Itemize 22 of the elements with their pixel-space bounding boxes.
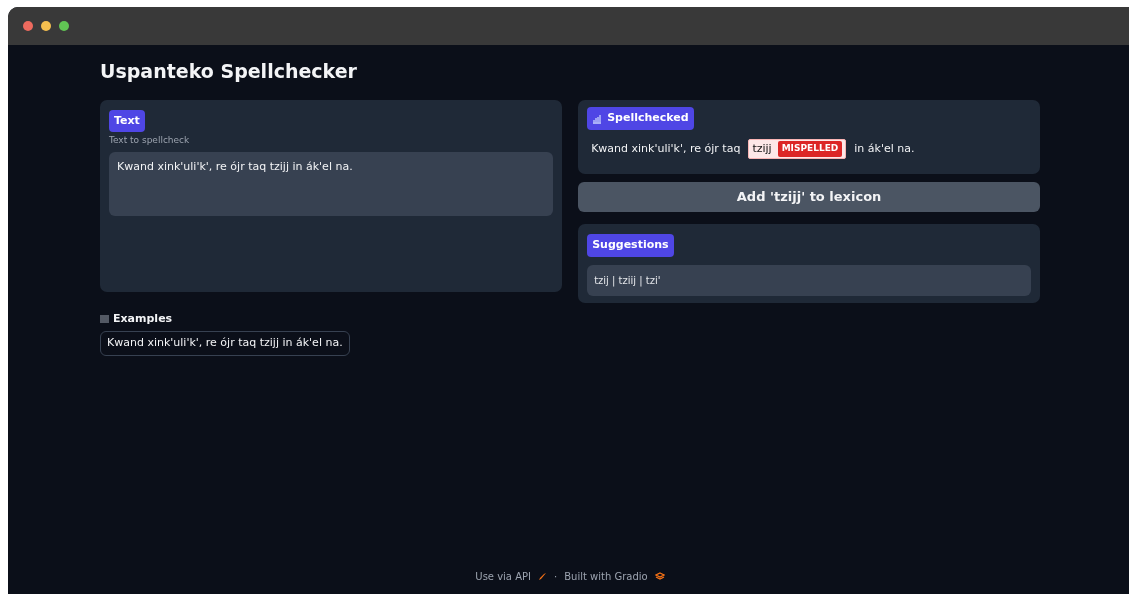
example-button[interactable]: Kwand xink'uli'k', re ójr taq tzijj in ák'el na.	[100, 331, 350, 356]
gradio-link[interactable]: Built with Gradio	[564, 569, 648, 584]
field-label: Suggestions	[587, 234, 674, 257]
logo-icon	[654, 572, 665, 581]
api-link[interactable]: Use via API	[475, 569, 531, 584]
suggestions-field: tzij | tziij | tzi'	[587, 264, 1031, 296]
page-title: Uspanteko Spellchecker	[100, 59, 358, 84]
chart-icon	[592, 113, 603, 124]
window-control[interactable]	[41, 21, 51, 31]
field-label: Text	[109, 109, 145, 132]
output-text: in ák'el na.	[854, 140, 915, 157]
error-tag: MISPELLED	[777, 141, 843, 157]
word-text: tzijj	[752, 140, 772, 157]
window-control[interactable]	[59, 21, 69, 31]
add-to-lexicon-button[interactable]: Add 'tzijj' to lexicon	[578, 182, 1040, 212]
field-info: Text to spellcheck	[109, 134, 191, 147]
separator: ·	[554, 570, 558, 584]
label-text: Spellchecked	[607, 110, 689, 127]
window-control[interactable]	[23, 21, 33, 31]
text-input[interactable]: Kwand xink'uli'k', re ójr taq tzijj in ák'el na.	[109, 151, 554, 216]
output-text: Kwand xink'uli'k', re ójr taq	[591, 140, 741, 157]
examples-label: Examples	[113, 310, 173, 327]
